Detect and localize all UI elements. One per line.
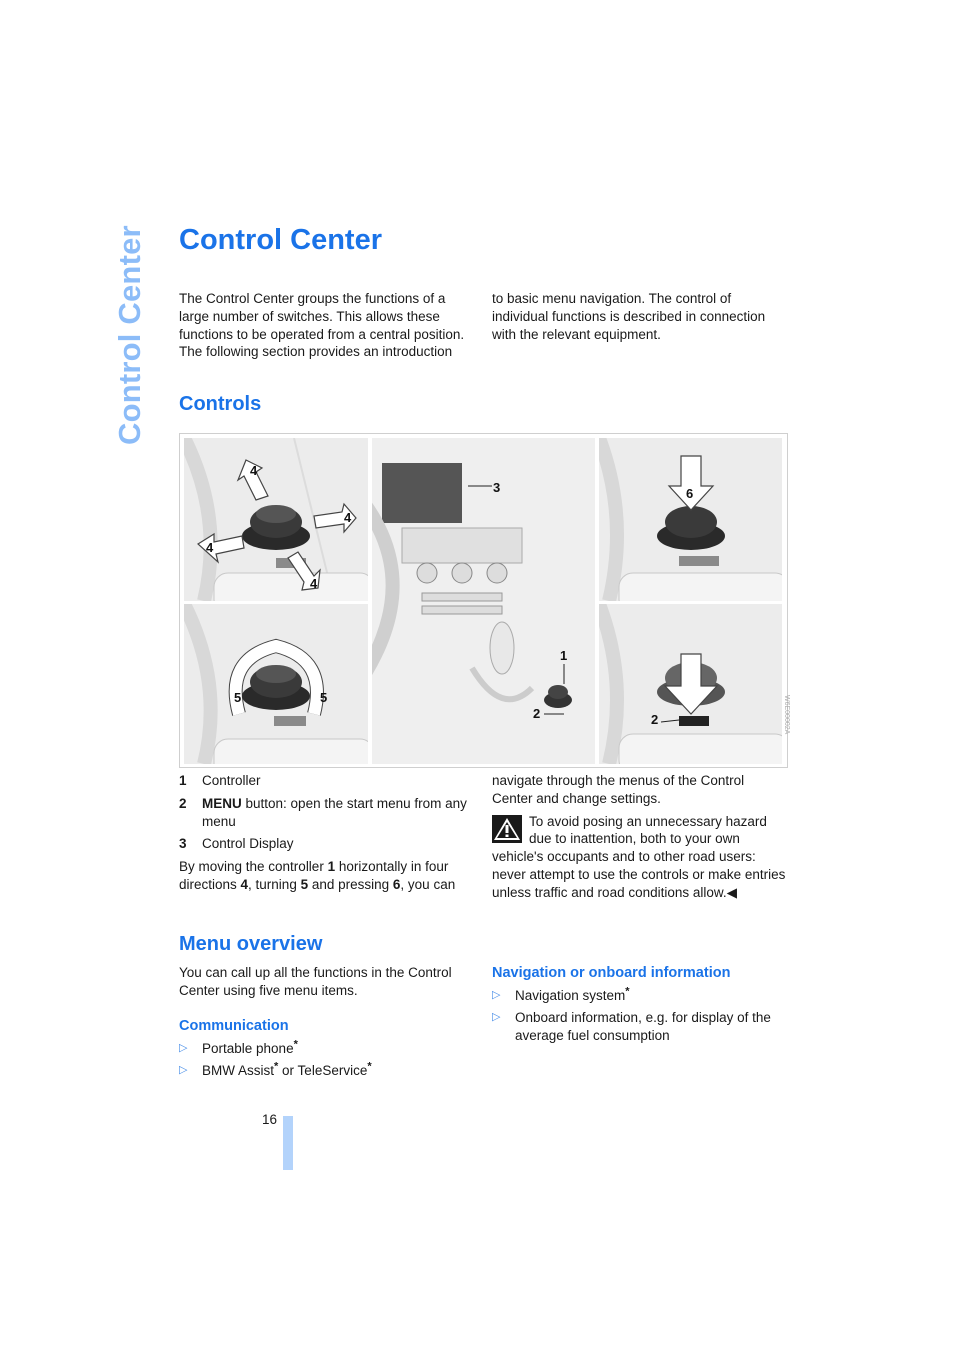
list-item-text: Onboard information, e.g. for display of… bbox=[515, 1009, 771, 1043]
panel-turn: 5 5 bbox=[184, 604, 368, 764]
warning-note: To avoid posing an unnecessary hazard du… bbox=[492, 813, 786, 902]
list-item-text: Portable phone* bbox=[202, 1038, 298, 1056]
direction-label: 4 bbox=[310, 576, 318, 591]
side-chapter-tab: Control Center bbox=[112, 225, 147, 445]
direction-label: 4 bbox=[206, 540, 214, 555]
menu-overview-intro: You can call up all the functions in the… bbox=[179, 965, 452, 998]
navigation-heading: Navigation or onboard information bbox=[492, 965, 731, 981]
bullet-triangle-icon: ▷ bbox=[179, 1063, 188, 1076]
controller-move-illustration bbox=[184, 438, 368, 601]
bullet-triangle-icon: ▷ bbox=[179, 1042, 188, 1054]
communication-list: ▷ Portable phone* ▷ BMW Assist* or TeleS… bbox=[179, 1038, 471, 1084]
menu-button-illustration bbox=[599, 604, 782, 764]
callout-display: 3 bbox=[493, 480, 501, 495]
list-item: ▷ Onboard information, e.g. for display … bbox=[492, 1009, 786, 1045]
controller-turn-illustration bbox=[184, 604, 368, 764]
list-item-text: Navigation system* bbox=[515, 985, 630, 1003]
panel-move: 4 4 4 4 bbox=[184, 438, 368, 601]
bullet-triangle-icon: ▷ bbox=[492, 989, 501, 1001]
press-label: 6 bbox=[686, 486, 694, 501]
legend-label: Controller bbox=[202, 773, 261, 788]
legend-number: 2 bbox=[179, 795, 187, 811]
list-item: ▷ Navigation system* bbox=[492, 985, 786, 1005]
end-mark-icon: ◀ bbox=[726, 884, 738, 900]
rotation-label: 5 bbox=[234, 690, 242, 705]
controls-heading: Controls bbox=[179, 393, 262, 415]
legend-number: 3 bbox=[179, 836, 187, 852]
controls-right-column: navigate through the menus of the Contro… bbox=[492, 772, 786, 902]
intro-paragraph-right: to basic menu navigation. The control of… bbox=[492, 291, 766, 342]
page-title: Control Center bbox=[179, 224, 382, 256]
intro-paragraph-left: The Control Center groups the functions … bbox=[179, 291, 465, 360]
warning-triangle-icon bbox=[492, 814, 522, 843]
legend-item: 3 Control Display bbox=[179, 835, 471, 853]
legend-label-text: button: open the start menu from any men… bbox=[202, 795, 467, 829]
list-item: ▷ BMW Assist* or TeleService* bbox=[179, 1060, 471, 1080]
legend-item: 1 Controller bbox=[179, 772, 471, 790]
navigation-list: ▷ Navigation system* ▷ Onboard informati… bbox=[492, 985, 786, 1048]
bullet-triangle-icon: ▷ bbox=[492, 1010, 501, 1023]
page-marker-bar bbox=[283, 1116, 293, 1170]
list-item-text: BMW Assist* or TeleService* bbox=[202, 1060, 372, 1078]
cockpit-illustration bbox=[372, 463, 572, 715]
legend-label: Control Display bbox=[202, 836, 294, 852]
warning-text: To avoid posing an unnecessary hazard du… bbox=[492, 813, 786, 900]
direction-label: 4 bbox=[250, 463, 258, 478]
controller-usage-text: By moving the controller 1 horizontally … bbox=[179, 859, 456, 892]
image-code: W6E00002A bbox=[783, 695, 790, 735]
figure-legend: 1 Controller 2 MENU button: open the sta… bbox=[179, 772, 471, 894]
menu-button-name: MENU bbox=[202, 795, 242, 811]
panel-press: 6 bbox=[599, 438, 782, 601]
controller-usage-continued: navigate through the menus of the Contro… bbox=[492, 773, 745, 806]
controls-figure: 4 4 4 4 5 5 3 1 2 6 2 bbox=[179, 433, 788, 768]
panel-menu-button: 2 bbox=[599, 604, 782, 764]
page-number: 16 bbox=[262, 1112, 278, 1127]
menu-overview-heading: Menu overview bbox=[179, 933, 323, 955]
controller-press-illustration bbox=[599, 438, 782, 601]
direction-label: 4 bbox=[344, 510, 352, 525]
callout-controller: 1 bbox=[560, 648, 568, 663]
rotation-label: 5 bbox=[320, 690, 328, 705]
callout-menu-button: 2 bbox=[651, 712, 659, 727]
legend-number: 1 bbox=[179, 773, 187, 788]
list-item: ▷ Portable phone* bbox=[179, 1038, 471, 1058]
legend-item: 2 MENU button: open the start menu from … bbox=[179, 795, 471, 831]
panel-cockpit: 3 1 2 bbox=[372, 438, 595, 764]
callout-menu-button: 2 bbox=[533, 706, 541, 721]
legend-label: MENU button: open the start menu from an… bbox=[202, 795, 471, 831]
communication-heading: Communication bbox=[179, 1018, 289, 1034]
